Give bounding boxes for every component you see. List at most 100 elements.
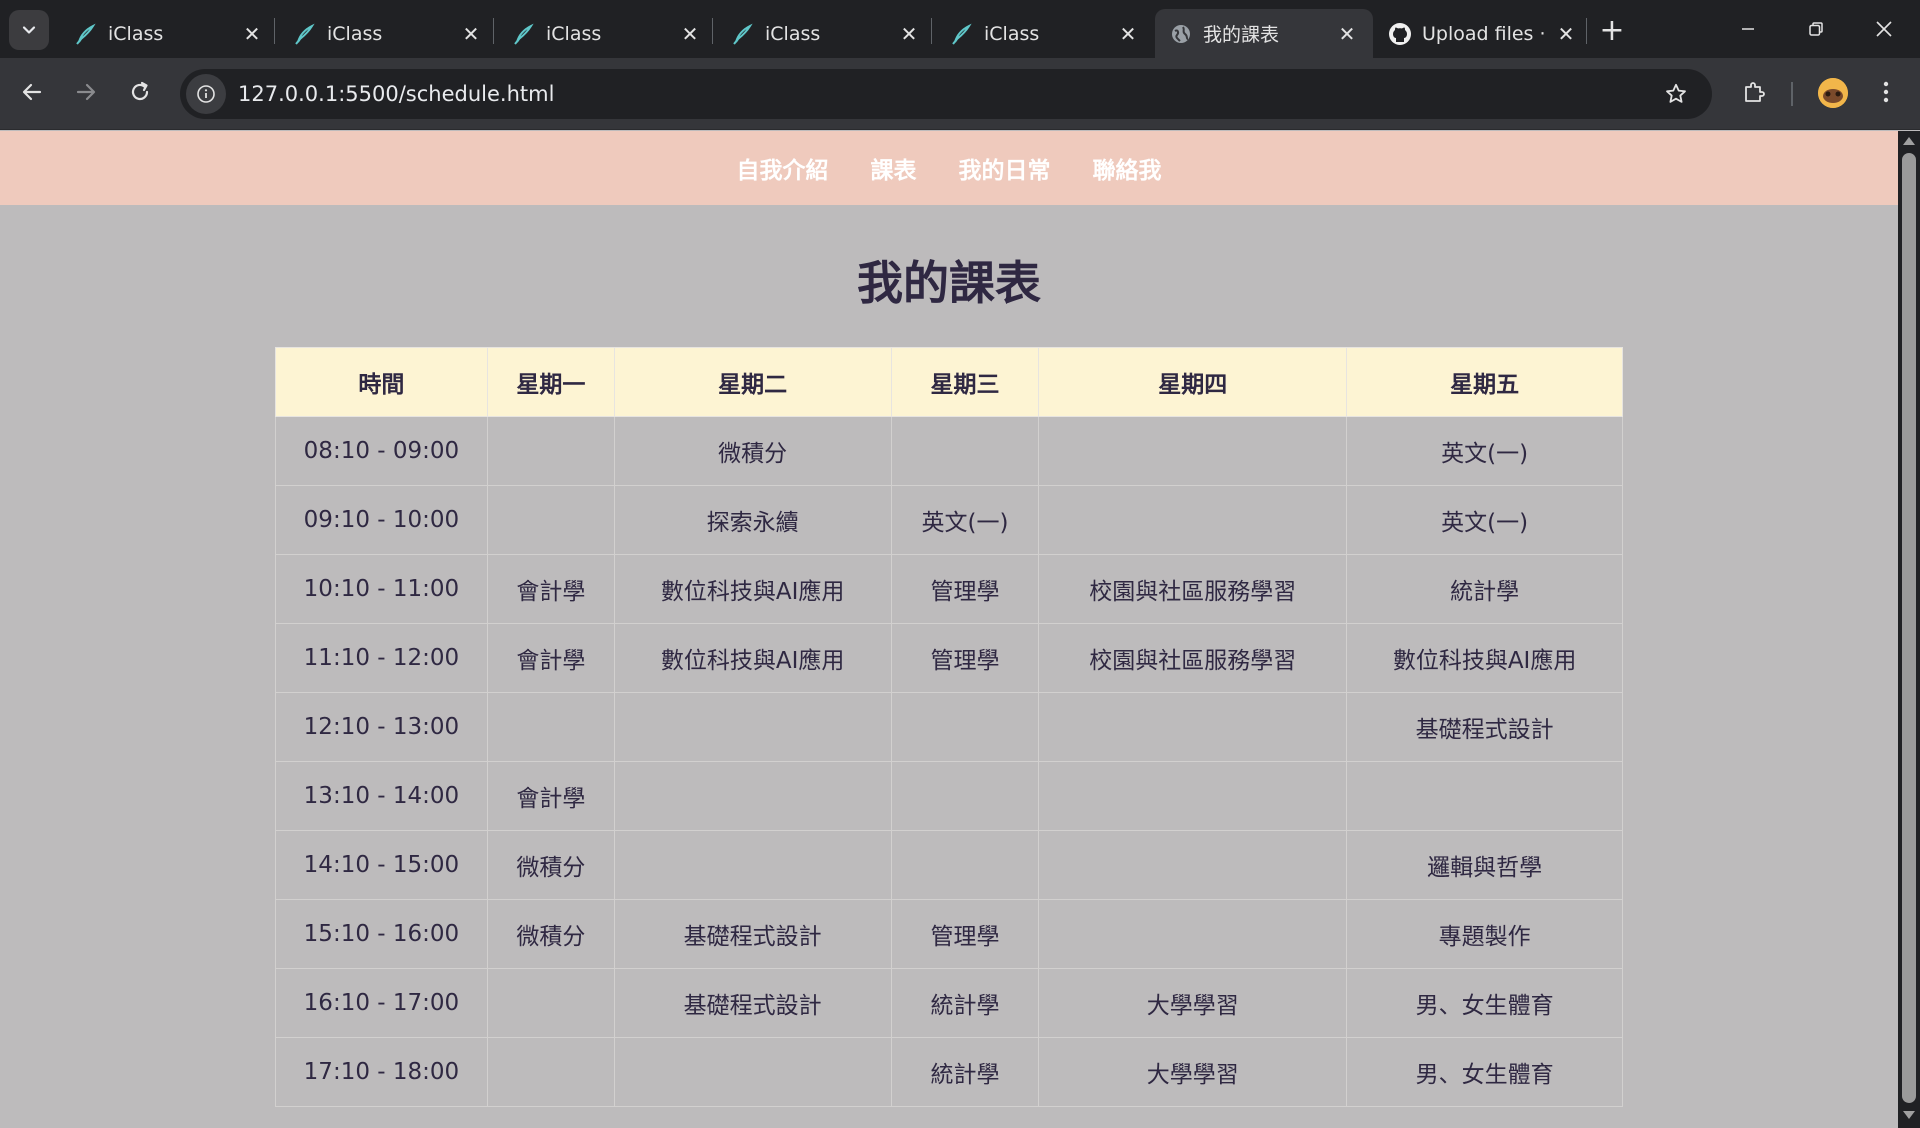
course-cell-friday: 專題製作 (1346, 899, 1623, 969)
nav-link-about[interactable]: 自我介紹 (737, 151, 829, 185)
tab-title: iClass (984, 22, 1040, 45)
iclass-pen-icon (293, 22, 317, 46)
course-cell-monday (486, 1037, 615, 1107)
column-header-friday: 星期五 (1346, 347, 1623, 417)
course-cell-wednesday: 統計學 (890, 968, 1040, 1038)
extensions-button[interactable] (1734, 72, 1774, 112)
browser-tab-active[interactable]: 我的課表 ✕ (1155, 9, 1373, 58)
browser-menu-button[interactable] (1866, 72, 1906, 112)
tab-strip: iClass ✕ iClass ✕ iClass ✕ iClass ✕ iCla… (0, 0, 1920, 58)
course-cell-wednesday: 管理學 (890, 623, 1040, 693)
table-row: 13:10 - 14:00 會計學 (275, 761, 1623, 831)
nav-link-contact[interactable]: 聯絡我 (1093, 151, 1162, 185)
course-cell-thursday (1038, 485, 1348, 555)
course-cell-tuesday (613, 1037, 892, 1107)
course-cell-monday (486, 692, 615, 762)
tab-separator (274, 18, 275, 44)
restore-button[interactable] (1782, 0, 1850, 58)
time-slot-cell: 13:10 - 14:00 (275, 761, 488, 831)
time-slot-cell: 08:10 - 09:00 (275, 416, 488, 486)
close-icon[interactable]: ✕ (457, 20, 485, 48)
course-cell-friday: 統計學 (1346, 554, 1623, 624)
course-cell-friday: 男、女生體育 (1346, 968, 1623, 1038)
close-icon[interactable]: ✕ (676, 20, 704, 48)
close-icon[interactable]: ✕ (895, 20, 923, 48)
browser-tab[interactable]: iClass ✕ (60, 9, 278, 58)
bookmark-star-icon[interactable] (1656, 74, 1696, 114)
table-row: 10:10 - 11:00 會計學 數位科技與AI應用 管理學 校園與社區服務學習 統計學 (275, 554, 1623, 624)
course-cell-wednesday: 統計學 (890, 1037, 1040, 1107)
schedule-table-body: 08:10 - 09:00 微積分 英文(一) 09:10 - 10:00 探索永續 英文… (275, 416, 1623, 1107)
table-row: 16:10 - 17:00 基礎程式設計 統計學 大學學習 男、女生體育 (275, 968, 1623, 1038)
tab-title: iClass (765, 22, 821, 45)
course-cell-thursday (1038, 830, 1348, 900)
arrow-right-icon (76, 83, 96, 101)
scroll-down-arrow-icon[interactable] (1903, 1111, 1915, 1119)
restore-icon (1809, 22, 1823, 36)
github-icon (1388, 22, 1412, 46)
browser-tab[interactable]: iClass ✕ (717, 9, 935, 58)
course-cell-monday: 微積分 (486, 899, 615, 969)
address-bar[interactable]: 127.0.0.1:5500/schedule.html (180, 69, 1712, 119)
forward-button[interactable] (66, 72, 106, 112)
scroll-up-arrow-icon[interactable] (1903, 137, 1915, 145)
iclass-pen-icon (950, 22, 974, 46)
course-cell-tuesday: 數位科技與AI應用 (613, 623, 892, 693)
tab-search-button[interactable] (9, 10, 49, 50)
plus-icon: + (1599, 12, 1625, 48)
course-cell-friday: 數位科技與AI應用 (1346, 623, 1623, 693)
course-cell-friday: 基礎程式設計 (1346, 692, 1623, 762)
course-cell-wednesday (890, 692, 1040, 762)
time-slot-cell: 09:10 - 10:00 (275, 485, 488, 555)
course-cell-tuesday: 基礎程式設計 (613, 968, 892, 1038)
iclass-pen-icon (512, 22, 536, 46)
table-header-row: 時間 星期一 星期二 星期三 星期四 星期五 (275, 347, 1623, 417)
course-cell-friday: 男、女生體育 (1346, 1037, 1623, 1107)
url-text[interactable]: 127.0.0.1:5500/schedule.html (238, 82, 1656, 106)
minimize-icon (1742, 28, 1754, 30)
browser-tab[interactable]: Upload files · ✕ (1374, 9, 1592, 58)
profile-avatar[interactable] (1818, 78, 1848, 108)
scrollbar-thumb[interactable] (1902, 153, 1916, 1103)
course-cell-tuesday: 數位科技與AI應用 (613, 554, 892, 624)
new-tab-button[interactable]: + (1594, 12, 1630, 48)
course-cell-monday: 微積分 (486, 830, 615, 900)
table-row: 11:10 - 12:00 會計學 數位科技與AI應用 管理學 校園與社區服務學習 數位科… (275, 623, 1623, 693)
close-window-button[interactable] (1850, 0, 1918, 58)
column-header-thursday: 星期四 (1038, 347, 1348, 417)
browser-tab[interactable]: iClass ✕ (498, 9, 716, 58)
schedule-table: 時間 星期一 星期二 星期三 星期四 星期五 08:10 - 09:00 微積分英… (275, 347, 1623, 1107)
reload-button[interactable] (120, 72, 160, 112)
close-icon[interactable]: ✕ (1333, 20, 1361, 48)
close-icon[interactable]: ✕ (238, 20, 266, 48)
table-row: 09:10 - 10:00 探索永續 英文(一) 英文(一) (275, 485, 1623, 555)
table-row: 15:10 - 16:00 微積分 基礎程式設計 管理學 專題製作 (275, 899, 1623, 969)
browser-tab[interactable]: iClass ✕ (279, 9, 497, 58)
tab-title: iClass (546, 22, 602, 45)
back-button[interactable] (12, 72, 52, 112)
course-cell-wednesday (890, 416, 1040, 486)
tab-title: iClass (108, 22, 164, 45)
tab-title: Upload files · (1422, 22, 1546, 45)
site-info-icon[interactable] (186, 74, 226, 114)
course-cell-thursday (1038, 761, 1348, 831)
course-cell-wednesday: 管理學 (890, 554, 1040, 624)
time-slot-cell: 12:10 - 13:00 (275, 692, 488, 762)
course-cell-thursday (1038, 416, 1348, 486)
tab-separator (931, 18, 932, 44)
nav-link-daily[interactable]: 我的日常 (959, 151, 1051, 185)
time-slot-cell: 15:10 - 16:00 (275, 899, 488, 969)
course-cell-thursday: 大學學習 (1038, 968, 1348, 1038)
course-cell-wednesday (890, 830, 1040, 900)
course-cell-monday: 會計學 (486, 761, 615, 831)
browser-tab[interactable]: iClass ✕ (936, 9, 1154, 58)
site-navbar: 自我介紹 課表 我的日常 聯絡我 (0, 131, 1898, 205)
minimize-button[interactable] (1714, 0, 1782, 58)
course-cell-friday: 邏輯與哲學 (1346, 830, 1623, 900)
close-icon[interactable]: ✕ (1552, 20, 1580, 48)
course-cell-thursday: 大學學習 (1038, 1037, 1348, 1107)
nav-link-schedule[interactable]: 課表 (871, 151, 917, 185)
close-icon[interactable]: ✕ (1114, 20, 1142, 48)
course-cell-tuesday (613, 692, 892, 762)
page-scrollbar[interactable] (1898, 131, 1920, 1128)
